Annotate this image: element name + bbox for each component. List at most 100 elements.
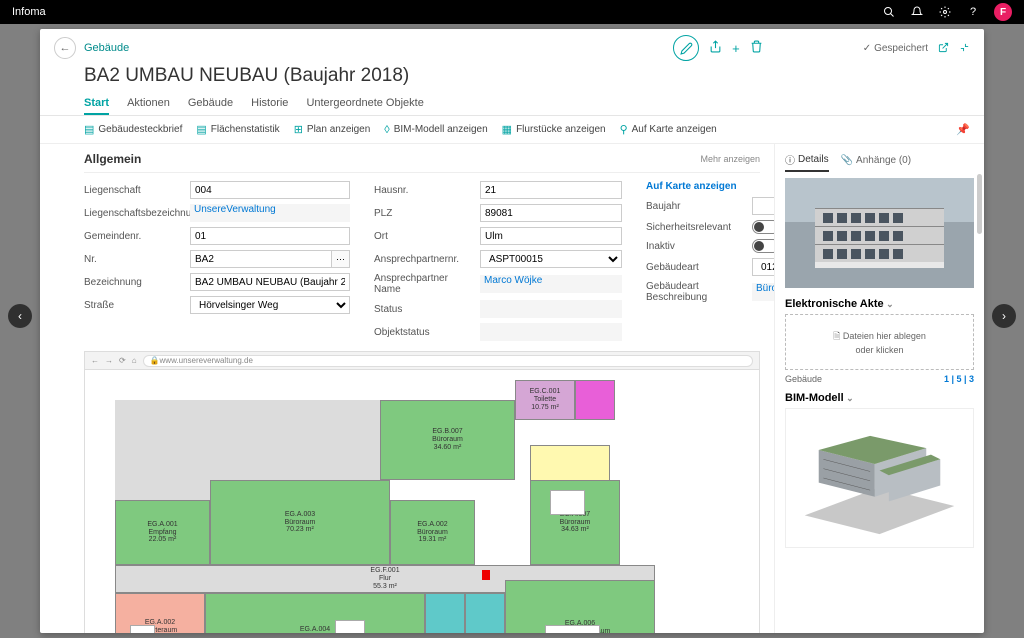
tool-plan[interactable]: ⊞Plan anzeigen	[294, 123, 371, 136]
tool-bim[interactable]: ◊BIM-Modell anzeigen	[384, 124, 487, 136]
tab-gebaeude[interactable]: Gebäude	[188, 93, 233, 115]
app-title: Infoma	[12, 6, 882, 18]
show-more-link[interactable]: Mehr anzeigen	[700, 154, 760, 164]
prev-record-button[interactable]: ‹	[8, 304, 32, 328]
input-gemeindenr[interactable]	[190, 227, 350, 245]
toggle-sicher[interactable]	[752, 220, 774, 234]
delete-icon[interactable]	[750, 40, 763, 56]
new-icon[interactable]: +	[732, 41, 740, 56]
room-toilet: EG.C.001 Toilette 10.75 m²	[515, 380, 575, 420]
link-liegbez[interactable]: UnsereVerwaltung	[190, 204, 350, 222]
field-objstatus	[480, 323, 622, 341]
select-gebart[interactable]: 012	[752, 258, 774, 276]
label-liegbez: Liegenschaftsbezeichnung	[84, 208, 184, 219]
room-b007: EG.B.007 Büroraum 34.60 m²	[380, 400, 515, 480]
input-liegenschaft[interactable]	[190, 181, 350, 199]
footer-nums[interactable]: 1 | 5 | 3	[944, 374, 974, 384]
avatar[interactable]: F	[994, 3, 1012, 21]
lookup-nr-button[interactable]: ⋯	[332, 250, 350, 268]
tool-karte[interactable]: ⚲Auf Karte anzeigen	[620, 123, 717, 136]
label-ort: Ort	[374, 231, 474, 242]
room-a002: EG.A.002 Büroraum 19.31 m²	[390, 500, 475, 565]
room-teal2	[465, 593, 505, 633]
side-section-bim[interactable]: BIM-Modell	[785, 392, 974, 404]
scrollbar[interactable]	[977, 174, 982, 234]
tab-historie[interactable]: Historie	[251, 93, 288, 115]
field-status	[480, 300, 622, 318]
next-record-button[interactable]: ›	[992, 304, 1016, 328]
label-anspname: Ansprechpartner Name	[374, 273, 474, 295]
tab-aktionen[interactable]: Aktionen	[127, 93, 170, 115]
room-warte: EG.A.002 Warteraum 21.96 m²	[115, 593, 205, 633]
tool-flurstuecke[interactable]: ▦Flurstücke anzeigen	[502, 123, 606, 136]
toggle-inaktiv[interactable]	[752, 239, 774, 253]
label-sicher: Sicherheitsrelevant	[646, 222, 746, 233]
fire-extinguisher-icon	[482, 570, 490, 580]
label-status: Status	[374, 304, 474, 315]
back-button[interactable]: ←	[54, 37, 76, 59]
footer-label: Gebäude	[785, 374, 822, 384]
edit-button[interactable]	[673, 35, 699, 61]
link-gebart-besch[interactable]: Bürogebäude (kleine)	[752, 283, 774, 301]
room-a001: EG.A.001 Empfang 22.05 m²	[115, 500, 210, 565]
building-photo	[785, 178, 974, 288]
input-hausnr[interactable]	[480, 181, 622, 199]
label-objstatus: Objektstatus	[374, 327, 474, 338]
tool-steckbrief[interactable]: ▤Gebäudesteckbrief	[84, 123, 182, 136]
label-nr: Nr.	[84, 254, 184, 265]
browser-home-icon[interactable]: ⌂	[132, 356, 137, 365]
paperclip-icon: 📎	[841, 155, 853, 166]
breadcrumb[interactable]: Gebäude	[84, 42, 129, 54]
share-icon[interactable]	[709, 40, 722, 56]
room-magenta	[575, 380, 615, 420]
label-gebart: Gebäudeart	[646, 262, 746, 273]
link-anspname[interactable]: Marco Wöjke	[480, 275, 622, 293]
select-anspnr[interactable]: ASPT00015	[480, 250, 622, 268]
pin-icon[interactable]: 📌	[956, 123, 970, 136]
popout-icon[interactable]	[938, 41, 949, 56]
section-title: Allgemein	[84, 152, 141, 166]
help-icon[interactable]: ?	[966, 5, 980, 19]
browser-fwd-icon[interactable]: →	[105, 356, 113, 365]
side-section-eakte[interactable]: Elektronische Akte	[785, 298, 974, 310]
input-baujahr[interactable]	[752, 197, 774, 215]
tool-flaechenstat[interactable]: ▤Flächenstatistik	[196, 123, 279, 136]
side-tab-details[interactable]: ⓘDetails	[785, 152, 829, 172]
page-title: BA2 UMBAU NEUBAU (Baujahr 2018)	[40, 65, 984, 93]
tab-untergeordnete[interactable]: Untergeordnete Objekte	[306, 93, 423, 115]
main-content: Allgemein Mehr anzeigen Liegenschaft Lie…	[40, 144, 774, 633]
input-bezeichnung[interactable]	[190, 273, 350, 291]
label-anspnr: Ansprechpartnernr.	[374, 254, 474, 265]
collapse-icon[interactable]	[959, 41, 970, 56]
side-panel: ⓘDetails 📎Anhänge (0) Elektronische Akte…	[774, 144, 984, 633]
input-plz[interactable]	[480, 204, 622, 222]
label-gebart-besch: Gebäudeart Beschreibung	[646, 281, 746, 303]
room-a004: EG.A.004 Büroraum 80.20 m²	[205, 593, 425, 633]
browser-reload-icon[interactable]: ⟳	[119, 356, 126, 365]
topbar: Infoma ? F	[0, 0, 1024, 24]
browser-back-icon[interactable]: ←	[91, 356, 99, 365]
label-hausnr: Hausnr.	[374, 185, 474, 196]
file-icon: 🗎	[833, 331, 840, 341]
toolbar: ▤Gebäudesteckbrief ▤Flächenstatistik ⊞Pl…	[40, 116, 984, 144]
file-dropzone[interactable]: 🗎 Dateien hier ablegen oder klicken	[785, 314, 974, 370]
label-plz: PLZ	[374, 208, 474, 219]
input-nr[interactable]	[190, 250, 332, 268]
label-bezeichnung: Bezeichnung	[84, 277, 184, 288]
input-ort[interactable]	[480, 227, 622, 245]
room-a003: EG.A.003 Büroraum 70.23 m²	[210, 480, 390, 565]
room-teal1	[425, 593, 465, 633]
map-link[interactable]: Auf Karte anzeigen	[646, 181, 737, 192]
bim-model[interactable]	[785, 408, 974, 548]
floor-plan: ← → ⟳ ⌂ 🔒 www.unsereverwaltung.de EG.F.0…	[84, 351, 760, 633]
info-icon: ⓘ	[785, 152, 795, 167]
search-icon[interactable]	[882, 5, 896, 19]
browser-url[interactable]: 🔒 www.unsereverwaltung.de	[143, 355, 753, 367]
label-inaktiv: Inaktiv	[646, 241, 746, 252]
tab-start[interactable]: Start	[84, 93, 109, 115]
gear-icon[interactable]	[938, 5, 952, 19]
card: ← Gebäude + ✓ Gespeichert	[40, 29, 984, 633]
bell-icon[interactable]	[910, 5, 924, 19]
select-strasse[interactable]: Hörvelsinger Weg	[190, 296, 350, 314]
side-tab-attachments[interactable]: 📎Anhänge (0)	[841, 152, 912, 172]
